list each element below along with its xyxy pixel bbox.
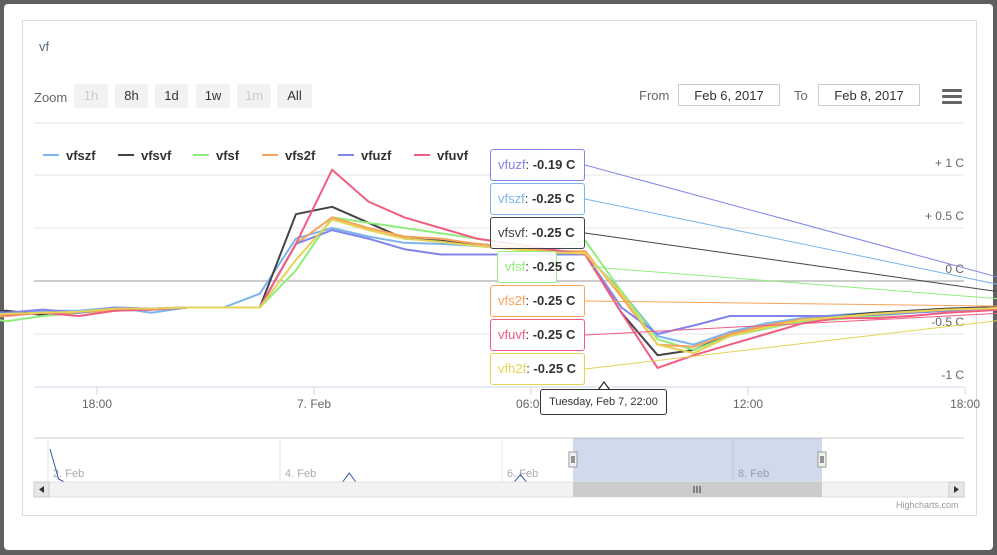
crosshair-date-label: Tuesday, Feb 7, 22:00 bbox=[540, 389, 667, 415]
handle-body bbox=[817, 451, 827, 468]
tooltip-value: -0.25 C bbox=[532, 293, 576, 308]
tooltip-vfszf: vfszf: -0.25 C bbox=[490, 183, 585, 215]
legend-item-vfuzf[interactable]: vfuzf bbox=[338, 148, 392, 163]
x-tick-label: 18:00 bbox=[82, 397, 112, 411]
tooltip-value: -0.25 C bbox=[531, 191, 575, 206]
handle-body bbox=[568, 451, 578, 468]
tooltip-series-name: vfh2f bbox=[498, 361, 527, 376]
legend-item-vfszf[interactable]: vfszf bbox=[43, 148, 96, 163]
tooltip-vfuzf: vfuzf: -0.19 C bbox=[490, 149, 585, 181]
tooltip-vfs2f: vfs2f: -0.25 C bbox=[490, 285, 585, 317]
scrollbar-track[interactable] bbox=[33, 481, 965, 498]
navigator-tick-label: 6. Feb bbox=[507, 468, 538, 480]
tooltip-connector bbox=[584, 164, 997, 278]
legend-label: vfuzf bbox=[361, 148, 392, 163]
navigator-selection[interactable] bbox=[573, 438, 822, 482]
tooltip-connector bbox=[584, 232, 997, 292]
legend-item-vfsf[interactable]: vfsf bbox=[193, 148, 240, 163]
y-tick-label: + 1 C bbox=[935, 156, 964, 170]
legend-label: vfs2f bbox=[285, 148, 316, 163]
tooltip-series-name: vfs2f bbox=[498, 293, 526, 308]
navigator-right-handle[interactable] bbox=[817, 451, 827, 468]
tooltip-vfuvf: vfuvf: -0.25 C bbox=[490, 319, 585, 351]
legend-item-vfuvf[interactable]: vfuvf bbox=[414, 148, 469, 163]
credits-link[interactable]: Highcharts.com bbox=[896, 500, 959, 510]
tooltip-series-name: vfszf bbox=[498, 191, 525, 206]
y-tick-label: + 0.5 C bbox=[925, 209, 964, 223]
tooltip-value: -0.25 C bbox=[532, 259, 576, 274]
tooltip-series-name: vfuzf bbox=[498, 157, 526, 172]
tooltip-vfsf: vfsf: -0.25 C bbox=[497, 251, 575, 283]
x-tick-label: 12:00 bbox=[733, 397, 763, 411]
x-tick-label: 18:00 bbox=[950, 397, 980, 411]
navigator-tick-label: 4. Feb bbox=[285, 468, 316, 480]
tooltip-value: -0.25 C bbox=[532, 327, 576, 342]
legend-label: vfsvf bbox=[141, 148, 172, 163]
tooltip-value: -0.25 C bbox=[533, 361, 577, 376]
legend-label: vfuvf bbox=[437, 148, 469, 163]
legend-label: vfsf bbox=[216, 148, 240, 163]
navigator-left-handle[interactable] bbox=[568, 451, 578, 468]
y-tick-label: -1 C bbox=[941, 368, 964, 382]
tooltip-series-name: vfsf bbox=[505, 259, 526, 274]
x-tick-label: 7. Feb bbox=[297, 397, 331, 411]
tooltip-series-name: vfsvf bbox=[498, 225, 525, 240]
scroll-left-button[interactable] bbox=[33, 481, 50, 498]
legend-label: vfszf bbox=[66, 148, 96, 163]
scroll-right-button[interactable] bbox=[948, 481, 965, 498]
tooltip-vfsvf: vfsvf: -0.25 C bbox=[490, 217, 585, 249]
tooltip-value: -0.25 C bbox=[531, 225, 575, 240]
tooltip-value: -0.19 C bbox=[532, 157, 576, 172]
tooltip-connector bbox=[584, 300, 997, 307]
tooltip-vfh2f: vfh2f: -0.25 C bbox=[490, 353, 585, 385]
legend-item-vfs2f[interactable]: vfs2f bbox=[262, 148, 316, 163]
legend-item-vfsvf[interactable]: vfsvf bbox=[118, 148, 172, 163]
tooltip-series-name: vfuvf bbox=[498, 327, 526, 342]
